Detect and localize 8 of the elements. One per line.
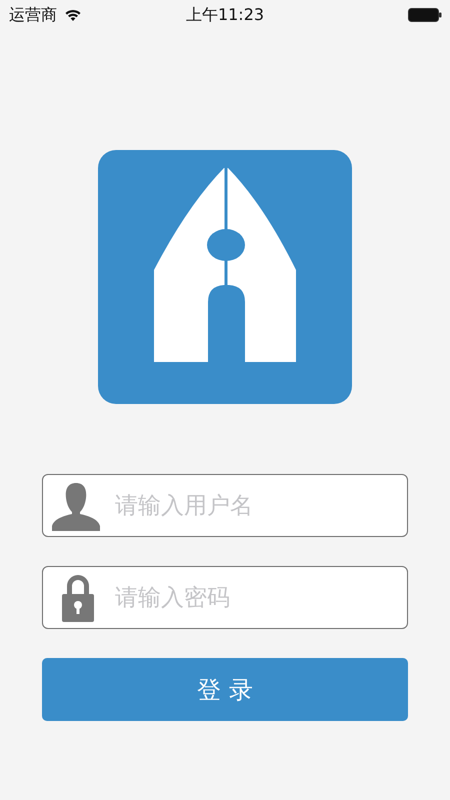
carrier-name: 运营商 [9,4,57,26]
password-field[interactable]: 请输入密码 [42,566,408,629]
battery-icon [408,8,442,22]
login-button[interactable]: 登 录 [42,658,408,721]
status-time: 上午11:23 [186,4,264,26]
wifi-icon [65,9,81,21]
logo-icon [98,150,352,404]
username-field[interactable]: 请输入用户名 [42,474,408,537]
